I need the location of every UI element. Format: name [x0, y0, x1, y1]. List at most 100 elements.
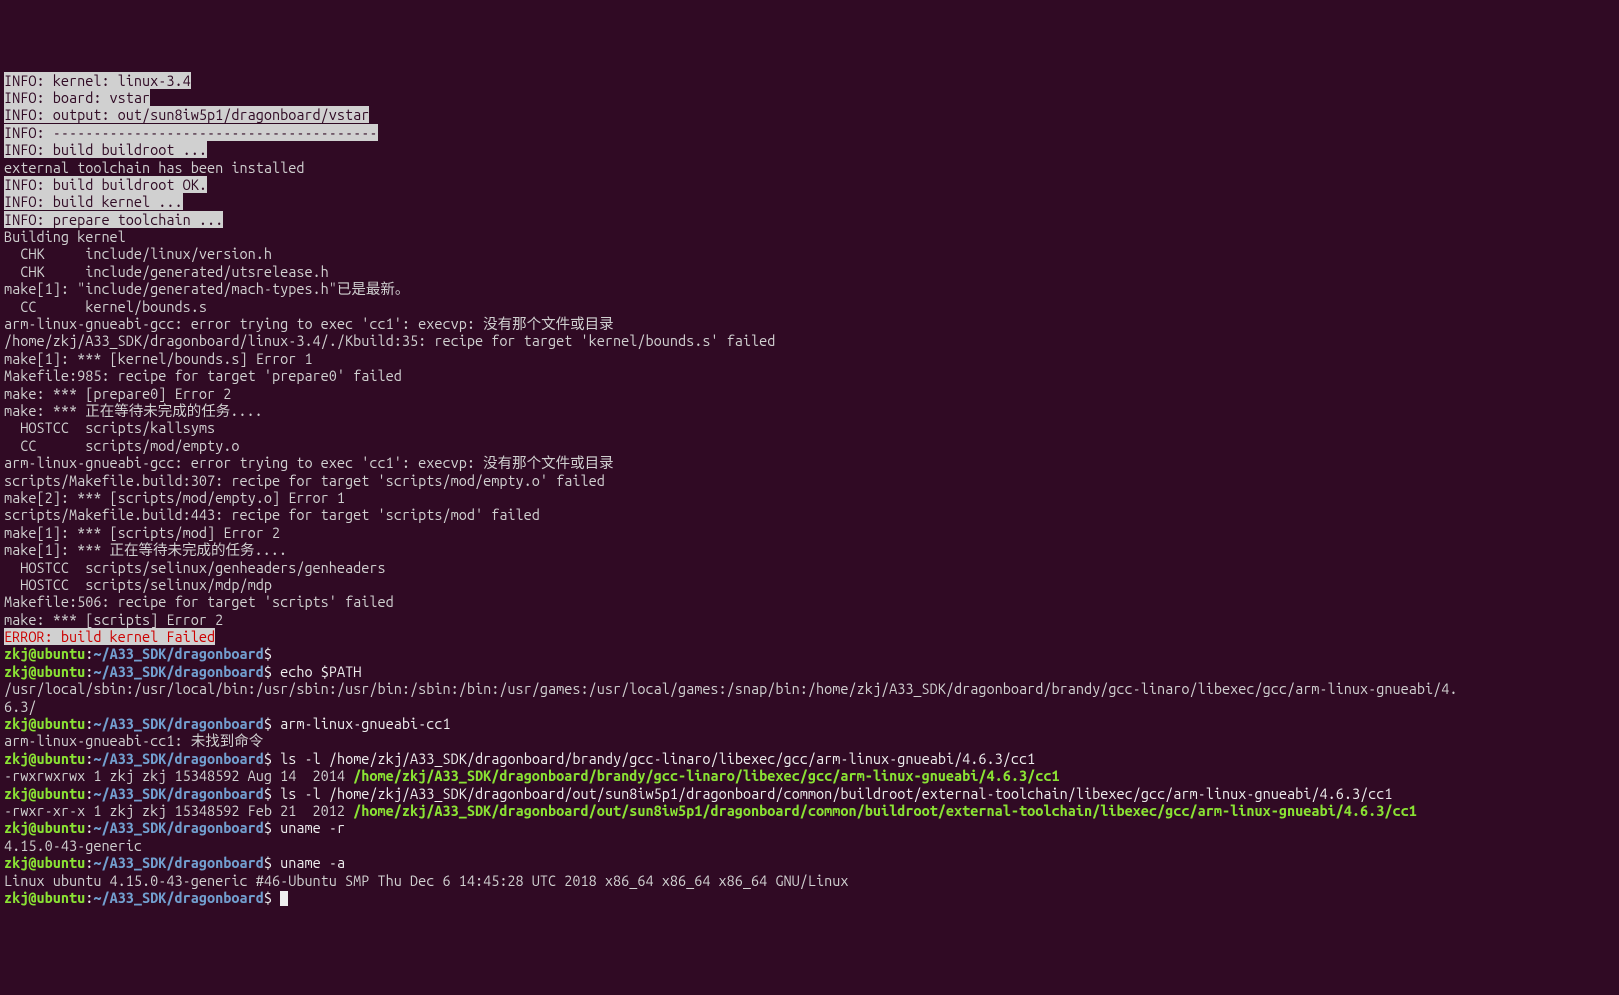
- terminal-line: CC kernel/bounds.s: [4, 298, 1615, 315]
- text-segment: CHK include/generated/utsrelease.h: [4, 263, 329, 280]
- terminal-line: make[1]: *** [scripts/mod] Error 2: [4, 524, 1615, 541]
- text-segment: HOSTCC scripts/selinux/mdp/mdp: [4, 576, 272, 593]
- terminal-line: make[1]: *** [kernel/bounds.s] Error 1: [4, 350, 1615, 367]
- terminal-line: external toolchain has been installed: [4, 159, 1615, 176]
- text-segment: make[1]: *** [scripts/mod] Error 2: [4, 524, 280, 541]
- terminal-line: zkj@ubuntu:~/A33_SDK/dragonboard$: [4, 889, 1615, 906]
- prompt-userhost: zkj@ubuntu: [4, 750, 85, 767]
- text-segment: -rwxrwxrwx 1 zkj zkj 15348592 Aug 14 201…: [4, 767, 353, 784]
- command-text: arm-linux-gnueabi-cc1: [280, 715, 451, 732]
- text-segment: INFO: build buildroot OK.: [4, 176, 207, 193]
- text-segment: INFO: output: out/sun8iw5p1/dragonboard/…: [4, 106, 369, 123]
- terminal-line: /usr/local/sbin:/usr/local/bin:/usr/sbin…: [4, 680, 1615, 697]
- terminal-line: arm-linux-gnueabi-cc1: 未找到命令: [4, 732, 1615, 749]
- prompt-userhost: zkj@ubuntu: [4, 854, 85, 871]
- prompt-path: ~/A33_SDK/dragonboard: [93, 750, 264, 767]
- text-segment: 4.15.0-43-generic: [4, 837, 142, 854]
- text-segment: scripts/Makefile.build:307: recipe for t…: [4, 472, 605, 489]
- prompt-userhost: zkj@ubuntu: [4, 645, 85, 662]
- terminal-line: INFO: output: out/sun8iw5p1/dragonboard/…: [4, 106, 1615, 123]
- text-segment: Makefile:985: recipe for target 'prepare…: [4, 367, 402, 384]
- text-segment: INFO: board: vstar: [4, 89, 150, 106]
- terminal-line: zkj@ubuntu:~/A33_SDK/dragonboard$ uname …: [4, 854, 1615, 871]
- prompt-dollar: $: [264, 785, 280, 802]
- terminal-line: scripts/Makefile.build:307: recipe for t…: [4, 472, 1615, 489]
- command-text: uname -r: [280, 819, 345, 836]
- terminal-line: zkj@ubuntu:~/A33_SDK/dragonboard$ ls -l …: [4, 750, 1615, 767]
- terminal-line: 6.3/: [4, 698, 1615, 715]
- terminal-output[interactable]: INFO: kernel: linux-3.4INFO: board: vsta…: [4, 72, 1615, 907]
- terminal-line: CHK include/generated/utsrelease.h: [4, 263, 1615, 280]
- terminal-line: CHK include/linux/version.h: [4, 245, 1615, 262]
- command-text: uname -a: [280, 854, 345, 871]
- prompt-dollar: $: [264, 889, 280, 906]
- text-segment: /usr/local/sbin:/usr/local/bin:/usr/sbin…: [4, 680, 1457, 697]
- prompt-path: ~/A33_SDK/dragonboard: [93, 645, 264, 662]
- text-segment: HOSTCC scripts/selinux/genheaders/genhea…: [4, 559, 386, 576]
- text-segment: make[1]: *** 正在等待未完成的任务....: [4, 541, 287, 558]
- text-segment: /home/zkj/A33_SDK/dragonboard/linux-3.4/…: [4, 332, 775, 349]
- terminal-line: zkj@ubuntu:~/A33_SDK/dragonboard$: [4, 645, 1615, 662]
- cursor: [280, 891, 288, 906]
- text-segment: Building kernel: [4, 228, 126, 245]
- text-segment: CC scripts/mod/empty.o: [4, 437, 239, 454]
- terminal-line: CC scripts/mod/empty.o: [4, 437, 1615, 454]
- terminal-line: INFO: build kernel ...: [4, 193, 1615, 210]
- text-segment: arm-linux-gnueabi-cc1: 未找到命令: [4, 732, 263, 749]
- terminal-line: -rwxr-xr-x 1 zkj zkj 15348592 Feb 21 201…: [4, 802, 1615, 819]
- command-text: ls -l /home/zkj/A33_SDK/dragonboard/bran…: [280, 750, 1035, 767]
- terminal-line: scripts/Makefile.build:443: recipe for t…: [4, 506, 1615, 523]
- terminal-line: zkj@ubuntu:~/A33_SDK/dragonboard$ uname …: [4, 819, 1615, 836]
- terminal-line: INFO: build buildroot OK.: [4, 176, 1615, 193]
- prompt-path: ~/A33_SDK/dragonboard: [93, 663, 264, 680]
- prompt-dollar: $: [264, 819, 280, 836]
- prompt-dollar: $: [264, 645, 280, 662]
- terminal-line: arm-linux-gnueabi-gcc: error trying to e…: [4, 315, 1615, 332]
- terminal-line: arm-linux-gnueabi-gcc: error trying to e…: [4, 454, 1615, 471]
- text-segment: make: *** 正在等待未完成的任务....: [4, 402, 263, 419]
- prompt-userhost: zkj@ubuntu: [4, 663, 85, 680]
- terminal-line: make[2]: *** [scripts/mod/empty.o] Error…: [4, 489, 1615, 506]
- terminal-line: zkj@ubuntu:~/A33_SDK/dragonboard$ arm-li…: [4, 715, 1615, 732]
- text-segment: INFO: kernel: linux-3.4: [4, 72, 191, 89]
- prompt-dollar: $: [264, 750, 280, 767]
- terminal-line: make: *** 正在等待未完成的任务....: [4, 402, 1615, 419]
- terminal-line: /home/zkj/A33_SDK/dragonboard/linux-3.4/…: [4, 332, 1615, 349]
- text-segment: scripts/Makefile.build:443: recipe for t…: [4, 506, 540, 523]
- prompt-dollar: $: [264, 854, 280, 871]
- text-segment: arm-linux-gnueabi-gcc: error trying to e…: [4, 315, 614, 332]
- terminal-line: -rwxrwxrwx 1 zkj zkj 15348592 Aug 14 201…: [4, 767, 1615, 784]
- terminal-line: make: *** [prepare0] Error 2: [4, 385, 1615, 402]
- text-segment: Makefile:506: recipe for target 'scripts…: [4, 593, 394, 610]
- text-segment: ERROR: build kernel Failed: [4, 628, 215, 645]
- terminal-line: make: *** [scripts] Error 2: [4, 611, 1615, 628]
- text-segment: make[2]: *** [scripts/mod/empty.o] Error…: [4, 489, 345, 506]
- terminal-line: INFO: prepare toolchain ...: [4, 211, 1615, 228]
- text-segment: INFO: ----------------------------------…: [4, 124, 378, 141]
- text-segment: HOSTCC scripts/kallsyms: [4, 419, 215, 436]
- terminal-line: zkj@ubuntu:~/A33_SDK/dragonboard$ ls -l …: [4, 785, 1615, 802]
- text-segment: INFO: prepare toolchain ...: [4, 211, 223, 228]
- text-segment: Linux ubuntu 4.15.0-43-generic #46-Ubunt…: [4, 872, 848, 889]
- terminal-line: ERROR: build kernel Failed: [4, 628, 1615, 645]
- terminal-line: INFO: build buildroot ...: [4, 141, 1615, 158]
- text-segment: CHK include/linux/version.h: [4, 245, 272, 262]
- text-segment: make: *** [prepare0] Error 2: [4, 385, 231, 402]
- text-segment: INFO: build buildroot ...: [4, 141, 207, 158]
- text-segment: CC kernel/bounds.s: [4, 298, 207, 315]
- text-segment: make[1]: *** [kernel/bounds.s] Error 1: [4, 350, 313, 367]
- terminal-line: make[1]: *** 正在等待未完成的任务....: [4, 541, 1615, 558]
- terminal-line: make[1]: "include/generated/mach-types.h…: [4, 280, 1615, 297]
- prompt-path: ~/A33_SDK/dragonboard: [93, 854, 264, 871]
- terminal-line: Building kernel: [4, 228, 1615, 245]
- terminal-line: INFO: ----------------------------------…: [4, 124, 1615, 141]
- terminal-line: HOSTCC scripts/kallsyms: [4, 419, 1615, 436]
- prompt-dollar: $: [264, 715, 280, 732]
- terminal-line: Makefile:506: recipe for target 'scripts…: [4, 593, 1615, 610]
- text-segment: INFO: build kernel ...: [4, 193, 183, 210]
- text-segment: arm-linux-gnueabi-gcc: error trying to e…: [4, 454, 614, 471]
- prompt-sep: :: [85, 889, 93, 906]
- terminal-line: Makefile:985: recipe for target 'prepare…: [4, 367, 1615, 384]
- terminal-line: INFO: kernel: linux-3.4: [4, 72, 1615, 89]
- prompt-userhost: zkj@ubuntu: [4, 889, 85, 906]
